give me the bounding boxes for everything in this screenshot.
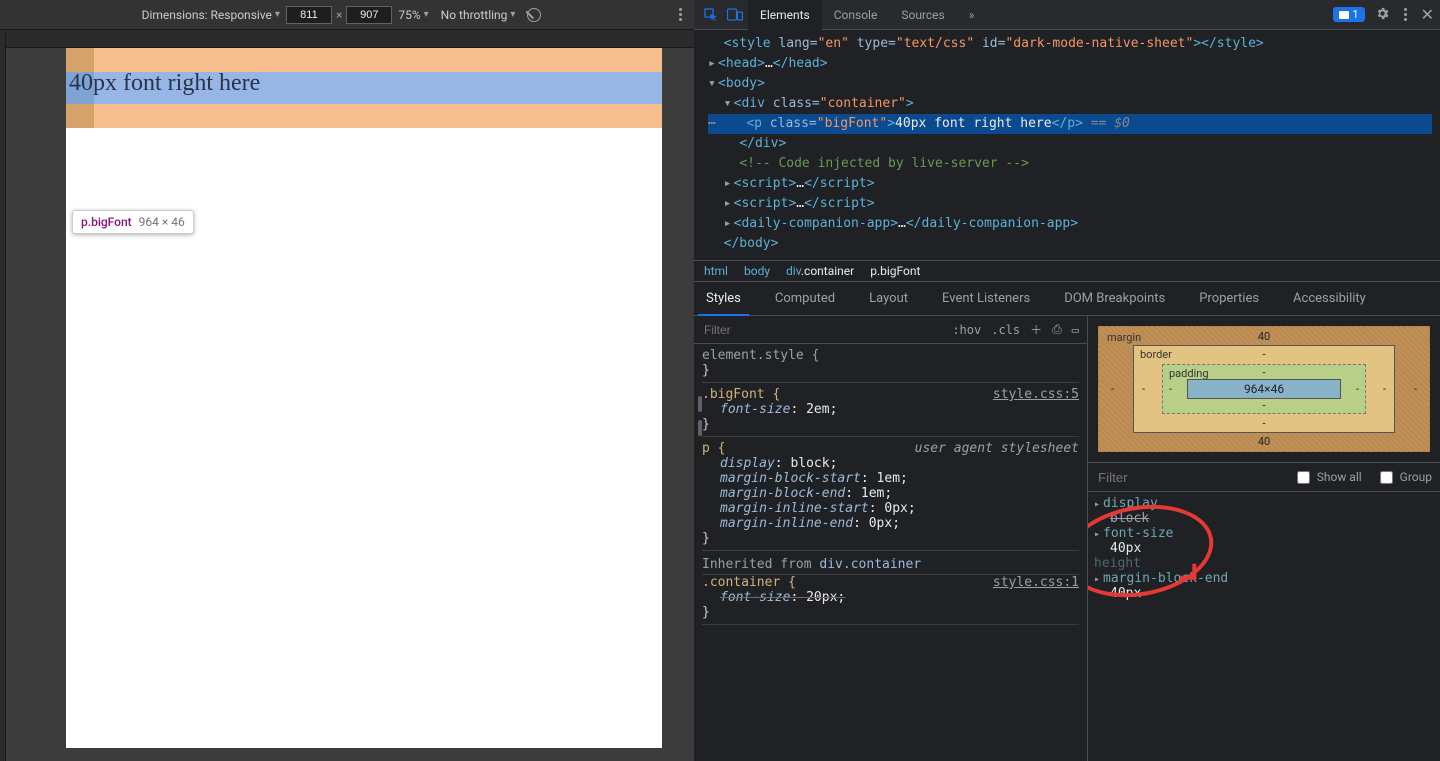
tab-computed[interactable]: Computed (767, 282, 843, 316)
tab-console[interactable]: Console (822, 0, 890, 30)
box-model-content-size: 964×46 (1187, 379, 1341, 399)
box-model-and-computed: margin 40 40 - - border - - - - paddin (1088, 316, 1440, 761)
styles-toolbar: :hov .cls ＋ ⎙ ▭ (694, 316, 1087, 344)
gear-icon[interactable] (1375, 6, 1390, 24)
bigfont-rule[interactable]: .bigFont {style.css:5 font-size: 2em; } (702, 387, 1079, 437)
close-icon[interactable]: ✕ (1421, 5, 1434, 24)
show-all-checkbox[interactable]: Show all (1293, 468, 1362, 487)
rotate-icon[interactable] (521, 8, 547, 22)
computed-sidebar-icon[interactable]: ▭ (1072, 323, 1079, 337)
issues-count: 1 (1352, 8, 1358, 21)
pane-resize-handle[interactable] (698, 396, 702, 436)
crumb-body[interactable]: body (744, 264, 770, 278)
hov-toggle[interactable]: :hov (952, 323, 981, 337)
group-checkbox[interactable]: Group (1376, 468, 1432, 487)
computed-height[interactable]: height (1094, 556, 1434, 571)
devtools-pane: Elements Console Sources » 1 ✕ <style la… (694, 0, 1440, 761)
rendered-page-pane: Dimensions: Responsive × 75% No throttli… (0, 0, 694, 761)
box-model-diagram[interactable]: margin 40 40 - - border - - - - paddin (1088, 316, 1440, 462)
tab-event-listeners[interactable]: Event Listeners (934, 282, 1038, 316)
dom-breadcrumb[interactable]: html body div.container p.bigFont (694, 260, 1440, 282)
device-toggle-icon[interactable] (724, 4, 746, 26)
throttling-dropdown[interactable]: No throttling (435, 8, 522, 22)
dimensions-separator: × (336, 8, 342, 22)
tabs-overflow-icon[interactable]: » (957, 0, 987, 30)
computed-properties[interactable]: display block font-size 40px height marg… (1088, 492, 1440, 761)
margin-top-value: 40 (1258, 330, 1270, 343)
margin-right-value: - (1414, 383, 1417, 396)
tab-accessibility[interactable]: Accessibility (1285, 282, 1374, 316)
issues-indicator[interactable]: 1 (1333, 7, 1364, 22)
computed-display[interactable]: display block (1094, 496, 1434, 526)
computed-filter-input[interactable] (1096, 469, 1279, 486)
dom-tree[interactable]: <style lang="en" type="text/css" id="dar… (694, 30, 1440, 260)
tooltip-selector: p.bigFont (81, 215, 132, 229)
devtools-kebab-icon[interactable] (1400, 4, 1411, 25)
tab-styles[interactable]: Styles (698, 282, 749, 316)
container-rule[interactable]: .container {style.css:1 font-size: 20px;… (702, 575, 1079, 625)
computed-filter-bar: Show all Group (1088, 462, 1440, 492)
viewport-height-input[interactable] (346, 6, 392, 24)
p-rule[interactable]: p {user agent stylesheet display: block;… (702, 441, 1079, 551)
zoom-dropdown[interactable]: 75% (392, 8, 434, 22)
inherited-from-label: Inherited from div.container (702, 555, 1079, 575)
kebab-menu-icon[interactable] (675, 4, 686, 25)
horizontal-ruler (0, 30, 694, 48)
margin-bottom-value: 40 (1258, 435, 1270, 448)
device-dropdown[interactable]: Dimensions: Responsive (136, 8, 286, 22)
device-toolbar: Dimensions: Responsive × 75% No throttli… (0, 0, 694, 30)
margin-label: margin (1107, 331, 1141, 344)
dom-selected-element[interactable]: ⋯ <p class="bigFont">40px font right her… (708, 114, 1432, 134)
page-viewport[interactable]: 40px font right here (66, 48, 662, 748)
crumb-div[interactable]: div.container (786, 264, 854, 278)
tab-sources[interactable]: Sources (889, 0, 956, 30)
vertical-ruler (0, 30, 6, 761)
border-label: border (1140, 348, 1172, 361)
page-paragraph-text: 40px font right here (69, 70, 260, 97)
style-rules-list[interactable]: element.style { } .bigFont {style.css:5 … (694, 344, 1087, 761)
element-inspect-tooltip: p.bigFont 964 × 46 (72, 210, 194, 234)
crumb-html[interactable]: html (704, 264, 728, 278)
devtools-tab-bar: Elements Console Sources » 1 ✕ (694, 0, 1440, 30)
new-style-rule-icon[interactable]: ＋ (1030, 321, 1042, 338)
styles-panel: :hov .cls ＋ ⎙ ▭ element.style { } .bigFo… (694, 316, 1088, 761)
print-media-icon[interactable]: ⎙ (1052, 322, 1062, 337)
crumb-current[interactable]: p.bigFont (870, 264, 920, 278)
inspect-element-icon[interactable] (700, 4, 722, 26)
element-style-rule[interactable]: element.style { } (702, 348, 1079, 383)
tab-elements[interactable]: Elements (748, 0, 822, 30)
computed-font-size[interactable]: font-size 40px (1094, 526, 1434, 556)
styles-filter-input[interactable] (702, 322, 942, 338)
cls-toggle[interactable]: .cls (991, 323, 1020, 337)
tab-properties[interactable]: Properties (1191, 282, 1267, 316)
tab-layout[interactable]: Layout (861, 282, 916, 316)
styles-subtabs: Styles Computed Layout Event Listeners D… (694, 282, 1440, 316)
margin-left-value: - (1111, 383, 1114, 396)
viewport-width-input[interactable] (286, 6, 332, 24)
computed-margin-block-end[interactable]: margin-block-end 40px (1094, 571, 1434, 601)
tooltip-dimensions: 964 × 46 (139, 215, 185, 229)
tab-dom-breakpoints[interactable]: DOM Breakpoints (1056, 282, 1173, 316)
